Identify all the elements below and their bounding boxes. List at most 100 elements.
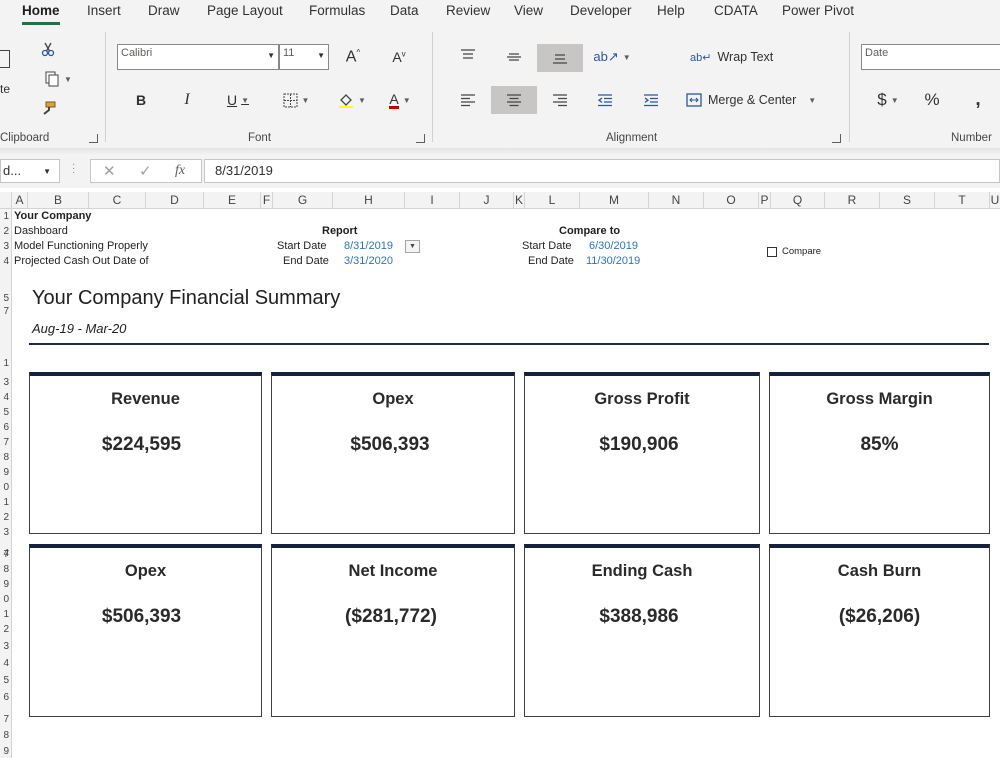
row-header[interactable]: 9	[3, 579, 9, 591]
underline-button[interactable]: U ▼	[218, 88, 258, 112]
column-header[interactable]: F	[261, 192, 273, 209]
tab-view[interactable]: View	[514, 3, 543, 18]
column-header[interactable]: N	[649, 192, 704, 209]
column-header[interactable]: K	[514, 192, 525, 209]
row-header[interactable]: 1	[3, 358, 9, 370]
row-header[interactable]: 2	[3, 226, 9, 238]
bold-button[interactable]: B	[128, 88, 154, 112]
row-header[interactable]: 7	[3, 714, 9, 726]
tab-developer[interactable]: Developer	[570, 3, 632, 18]
compare-end-date[interactable]: 11/30/2019	[586, 255, 640, 267]
middle-align-button[interactable]	[501, 44, 527, 70]
report-end-date[interactable]: 3/31/2020	[344, 255, 393, 267]
row-header[interactable]: 9	[3, 746, 9, 758]
report-start-date[interactable]: 8/31/2019	[344, 240, 393, 252]
row-header[interactable]: 4	[3, 392, 9, 404]
kpi-card-cash-burn[interactable]: Cash Burn ($26,206)	[769, 544, 990, 717]
number-format-input[interactable]: Date	[861, 44, 1000, 70]
comma-style-button[interactable]: ,	[964, 88, 992, 112]
row-header[interactable]: 3	[3, 527, 9, 539]
tab-cdata[interactable]: CDATA	[714, 3, 758, 18]
column-header[interactable]: D	[146, 192, 204, 209]
increase-font-button[interactable]: A^	[340, 46, 366, 68]
column-header[interactable]: J	[460, 192, 514, 209]
report-header-cell[interactable]: Report	[322, 225, 357, 237]
report-start-label[interactable]: Start Date	[277, 240, 327, 252]
kpi-card-opex[interactable]: Opex $506,393	[271, 372, 515, 534]
currency-button[interactable]: $ ▼	[868, 88, 908, 112]
compare-start-label[interactable]: Start Date	[522, 240, 572, 252]
column-header[interactable]: U	[990, 192, 1000, 209]
tab-review[interactable]: Review	[446, 3, 490, 18]
formula-input[interactable]: 8/31/2019	[204, 159, 1000, 183]
row-header[interactable]: 3	[3, 641, 9, 653]
column-header[interactable]: T	[935, 192, 990, 209]
company-name-cell[interactable]: Your Company	[14, 210, 91, 222]
column-header[interactable]: C	[89, 192, 146, 209]
row-header[interactable]: 2	[3, 512, 9, 524]
model-status-cell[interactable]: Model Functioning Properly	[14, 240, 148, 252]
align-center-button[interactable]	[491, 86, 537, 114]
kpi-card-opex-2[interactable]: Opex $506,393	[29, 544, 262, 717]
row-header[interactable]: 5	[3, 293, 9, 305]
format-painter-button[interactable]	[36, 98, 60, 120]
fill-color-button[interactable]: ▼	[332, 88, 372, 112]
tab-insert[interactable]: Insert	[87, 3, 121, 18]
decrease-indent-button[interactable]	[592, 88, 618, 112]
more-options-icon[interactable]: · · ·	[72, 160, 75, 178]
merge-center-button[interactable]: Merge & Center ▼	[686, 93, 816, 107]
tab-draw[interactable]: Draw	[148, 3, 180, 18]
row-header[interactable]: 1	[3, 497, 9, 509]
align-right-button[interactable]	[547, 88, 573, 112]
copy-button[interactable]: ▼	[36, 68, 80, 90]
kpi-card-gross-profit[interactable]: Gross Profit $190,906	[524, 372, 760, 534]
row-header[interactable]: 3	[3, 241, 9, 253]
clipboard-launcher-icon[interactable]	[89, 134, 98, 143]
row-header[interactable]: 5	[3, 675, 9, 687]
report-start-dropdown[interactable]: ▼	[405, 240, 420, 253]
font-size-input[interactable]: 11 ▼	[279, 44, 329, 70]
row-header[interactable]: 1	[3, 211, 9, 223]
tab-power-pivot[interactable]: Power Pivot	[782, 3, 854, 18]
row-header[interactable]: 1	[3, 609, 9, 621]
decrease-font-button[interactable]: Av	[386, 46, 412, 68]
cut-button[interactable]	[36, 38, 60, 60]
compare-end-label[interactable]: End Date	[528, 255, 574, 267]
paste-button[interactable]: te	[0, 44, 14, 104]
row-header[interactable]: 3	[3, 377, 9, 389]
orientation-button[interactable]: ab↗ ▼	[593, 44, 630, 70]
percent-button[interactable]: %	[918, 88, 946, 112]
bottom-align-button[interactable]	[537, 44, 583, 72]
kpi-card-gross-margin[interactable]: Gross Margin 85%	[769, 372, 990, 534]
column-header[interactable]: M	[580, 192, 649, 209]
tab-data[interactable]: Data	[390, 3, 419, 18]
borders-button[interactable]: ▼	[276, 88, 316, 112]
column-header[interactable]: R	[825, 192, 880, 209]
align-left-button[interactable]	[455, 88, 481, 112]
report-end-label[interactable]: End Date	[283, 255, 329, 267]
row-header[interactable]: 7	[3, 306, 9, 318]
row-header[interactable]: 5	[3, 407, 9, 419]
column-header[interactable]: Q	[771, 192, 825, 209]
row-header[interactable]: 9	[3, 467, 9, 479]
row-header[interactable]: 4	[3, 256, 9, 268]
tab-help[interactable]: Help	[657, 3, 685, 18]
column-header[interactable]: O	[704, 192, 759, 209]
row-header[interactable]: 7	[3, 437, 9, 449]
cash-out-cell[interactable]: Projected Cash Out Date of	[14, 255, 149, 267]
row-header[interactable]: 8	[3, 452, 9, 464]
kpi-card-ending-cash[interactable]: Ending Cash $388,986	[524, 544, 760, 717]
italic-button[interactable]: I	[174, 88, 200, 112]
wrap-text-button[interactable]: ab↵ Wrap Text	[690, 50, 773, 64]
column-header[interactable]: P	[759, 192, 771, 209]
font-name-input[interactable]: Calibri ▼	[117, 44, 279, 70]
row-header[interactable]: 6	[3, 422, 9, 434]
column-header[interactable]: L	[525, 192, 580, 209]
check-icon[interactable]: ✓	[139, 162, 152, 180]
compare-checkbox[interactable]	[767, 247, 777, 257]
kpi-card-revenue[interactable]: Revenue $224,595	[29, 372, 262, 534]
compare-header-cell[interactable]: Compare to	[559, 225, 620, 237]
font-color-button[interactable]: A ▼	[380, 88, 420, 112]
tab-page-layout[interactable]: Page Layout	[207, 3, 283, 18]
row-header[interactable]: 4	[3, 658, 9, 670]
